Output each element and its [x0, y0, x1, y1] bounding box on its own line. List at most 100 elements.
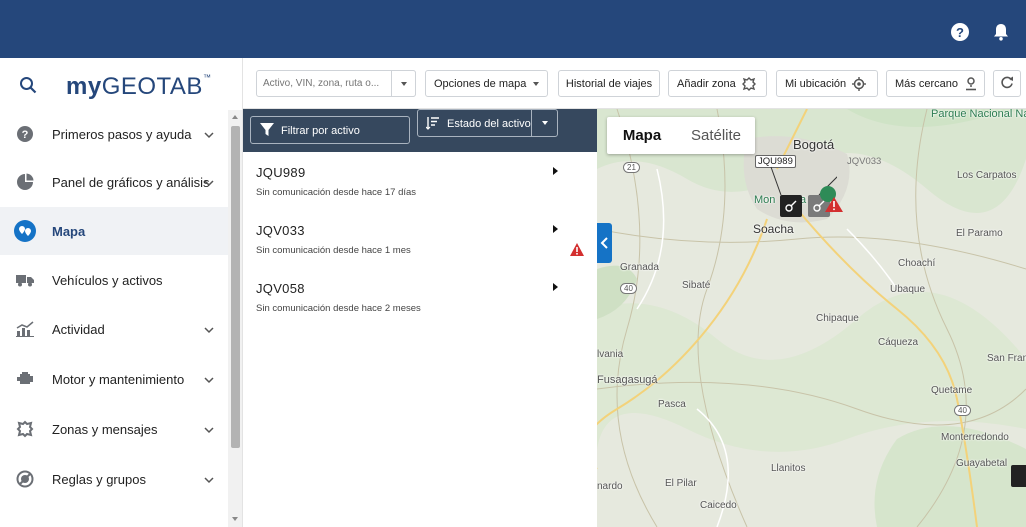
filter-by-asset-button[interactable]: Filtrar por activo [250, 116, 410, 144]
my-location-label: Mi ubicación [785, 77, 847, 90]
route-shield: 40 [954, 405, 971, 416]
place-label: Sibaté [682, 280, 711, 291]
sidebar-item-engine[interactable]: Motor y mantenimiento [0, 355, 228, 403]
trip-history-label: Historial de viajes [565, 77, 653, 90]
logo-row: myGEOTAB™ [0, 58, 242, 110]
map-type-toggle: Mapa Satélite [607, 117, 755, 154]
map-toolbar: Opciones de mapa Historial de viajes Aña… [243, 58, 1026, 109]
chevron-left-icon [600, 237, 608, 249]
asset-list-item[interactable]: JQU989 Sin comunicación desde hace 17 dí… [243, 152, 597, 210]
place-label: Granada [620, 262, 659, 273]
svg-text:?: ? [22, 129, 29, 141]
zones-icon [14, 418, 36, 440]
asset-name: JQU989 [256, 165, 306, 180]
asset-panel-header: Filtrar por activo Estado del activo [243, 109, 597, 152]
sidebar-item-label: Motor y mantenimiento [52, 371, 185, 387]
chevron-down-icon [203, 373, 215, 385]
sidebar-item-rules[interactable]: Reglas y grupos [0, 455, 228, 503]
map-options-button[interactable]: Opciones de mapa [425, 70, 548, 97]
place-label: Los Carpatos [957, 170, 1017, 181]
asset-status: Sin comunicación desde hace 2 meses [256, 303, 421, 314]
chevron-down-icon [203, 323, 215, 335]
sidebar-item-label: Vehículos y activos [52, 272, 163, 288]
tab-map[interactable]: Mapa [607, 117, 677, 154]
chevron-right-icon[interactable] [553, 283, 558, 291]
vehicle-marker-jqu989[interactable] [780, 195, 802, 217]
cluster-warning-icon[interactable] [820, 185, 844, 213]
sidebar-item-zones[interactable]: Zonas y mensajes [0, 405, 228, 453]
filter-funnel-icon [260, 123, 274, 137]
sidebar-item-vehicles[interactable]: Vehículos y activos [0, 256, 228, 304]
scroll-down-icon[interactable] [232, 517, 238, 521]
asset-panel: Filtrar por activo Estado del activo JQU… [243, 109, 597, 527]
asset-list-item[interactable]: JQV033 Sin comunicación desde hace 1 mes [243, 210, 597, 268]
place-label: Chipaque [816, 313, 859, 324]
place-label: Llanitos [771, 463, 806, 474]
caret-down-icon [533, 81, 540, 86]
place-label: El Paramo [956, 228, 1003, 239]
add-zone-label: Añadir zona [677, 77, 736, 90]
place-label: Choachí [898, 258, 936, 269]
add-zone-button[interactable]: Añadir zona [668, 70, 767, 97]
sidebar-item-label: Primeros pasos y ayuda [52, 126, 192, 142]
asset-status: Sin comunicación desde hace 1 mes [256, 245, 411, 256]
asset-name: JQV058 [256, 281, 305, 296]
sidebar-item-getting-started[interactable]: ? Primeros pasos y ayuda [0, 110, 228, 158]
asset-status: Sin comunicación desde hace 17 días [256, 187, 417, 198]
my-location-button[interactable]: Mi ubicación [776, 70, 878, 97]
search-icon[interactable] [19, 76, 37, 94]
place-label: Parque Nacional Natural Chingaza [931, 109, 1026, 120]
sidebar-item-activity[interactable]: Actividad [0, 305, 228, 353]
geotab-logo[interactable]: myGEOTAB™ [66, 73, 211, 101]
asset-search-input[interactable] [257, 78, 392, 89]
scrollbar-thumb[interactable] [231, 126, 240, 448]
help-circle-icon: ? [14, 123, 36, 145]
place-label: San Fran [987, 353, 1026, 364]
logo-prefix: my [66, 73, 102, 100]
rules-icon [14, 468, 36, 490]
refresh-icon [1000, 75, 1014, 92]
refresh-button[interactable] [993, 70, 1021, 97]
vehicle-map-label[interactable]: JQV033 [844, 155, 884, 168]
warning-icon [570, 243, 584, 256]
top-bar: ? [0, 0, 1026, 58]
nearest-label: Más cercano [895, 77, 958, 90]
map-view[interactable]: Parque Nacional Natural Chingaza Bogotá … [597, 109, 1026, 527]
sidebar-scrollbar[interactable] [228, 110, 242, 527]
place-label: Guayabetal [956, 458, 1008, 469]
place-label: Fusagasugá [597, 374, 658, 386]
chevron-right-icon[interactable] [553, 167, 558, 175]
asset-status-button[interactable]: Estado del activo [417, 109, 558, 137]
pie-chart-icon [14, 171, 36, 193]
search-dropdown-button[interactable] [391, 70, 416, 97]
place-label: lvania [597, 349, 624, 360]
notification-bell-icon[interactable] [992, 23, 1010, 41]
trip-history-button[interactable]: Historial de viajes [558, 70, 660, 97]
engine-icon [14, 368, 36, 390]
status-dropdown-toggle[interactable] [531, 110, 557, 136]
truck-icon [14, 269, 36, 291]
scroll-up-icon[interactable] [232, 115, 238, 119]
chevron-down-icon [203, 128, 215, 140]
chevron-right-icon[interactable] [553, 225, 558, 233]
place-label: Quetame [931, 385, 973, 396]
nearest-button[interactable]: Más cercano [886, 70, 985, 97]
sidebar-item-label: Mapa [52, 223, 86, 239]
asset-list-item[interactable]: JQV058 Sin comunicación desde hace 2 mes… [243, 268, 597, 326]
logo-trademark: ™ [202, 73, 212, 82]
place-label: El Pilar [665, 478, 697, 489]
help-icon[interactable]: ? [951, 23, 969, 41]
chevron-down-icon [203, 423, 215, 435]
vehicle-marker-offscreen[interactable] [1011, 465, 1026, 487]
person-pin-icon [964, 76, 978, 91]
place-label: nardo [597, 481, 623, 492]
sidebar-item-map[interactable]: Mapa [0, 207, 228, 255]
sidebar-item-label: Actividad [52, 321, 105, 337]
tab-satellite[interactable]: Satélite [677, 117, 755, 154]
place-label: Monterredondo [941, 432, 1009, 443]
key-icon [785, 200, 797, 212]
route-shield: 40 [620, 283, 637, 294]
collapse-panel-button[interactable] [597, 223, 612, 263]
sidebar-item-dashboard[interactable]: Panel de gráficos y análisis [0, 158, 228, 206]
crosshair-icon [852, 76, 867, 91]
